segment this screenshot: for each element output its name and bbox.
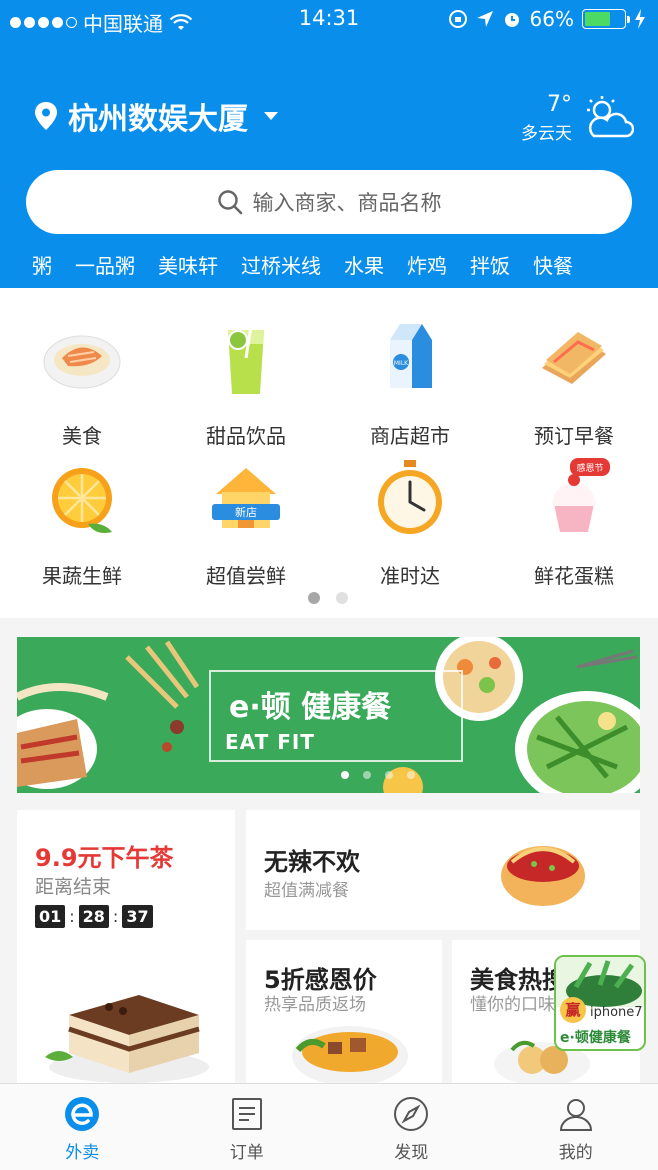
location-pin-icon bbox=[35, 102, 57, 130]
promo-subtitle: 懂你的口味 bbox=[470, 995, 555, 1015]
ad-line2: e·顿健康餐 bbox=[560, 1030, 631, 1046]
promo-subtitle: 距离结束 bbox=[35, 876, 112, 898]
search-bar[interactable]: 输入商家、商品名称 bbox=[26, 170, 632, 234]
category-supermarket[interactable]: MILK 商店超市 bbox=[328, 318, 492, 449]
hot-keyword[interactable]: 过桥米线 bbox=[241, 250, 321, 279]
banner-subtitle: EAT FIT bbox=[225, 730, 315, 754]
weather-desc: 多云天 bbox=[521, 124, 572, 144]
new-store-icon: 新店 bbox=[212, 468, 280, 528]
category-label: 美食 bbox=[62, 424, 102, 448]
category-label: 甜品饮品 bbox=[206, 424, 286, 448]
hot-keyword[interactable]: 水果 bbox=[344, 250, 384, 279]
pager-dot bbox=[336, 592, 348, 604]
food-plate-icon bbox=[43, 335, 121, 389]
tab-label: 外卖 bbox=[65, 1143, 100, 1163]
location-arrow-icon bbox=[476, 11, 493, 27]
cupcake-icon: 感恩节 bbox=[552, 458, 610, 532]
alarm-icon bbox=[504, 13, 519, 27]
category-new-stores[interactable]: 新店 超值尝鲜 bbox=[164, 458, 328, 589]
hot-keyword[interactable]: 快餐 bbox=[533, 250, 573, 279]
timer-seconds: 37 bbox=[122, 905, 153, 928]
category-label: 超值尝鲜 bbox=[206, 564, 286, 588]
promo-subtitle: 超值满减餐 bbox=[264, 881, 349, 901]
weather-temp: 7° bbox=[547, 92, 572, 117]
sandwich-icon bbox=[542, 332, 606, 384]
chevron-down-icon bbox=[264, 112, 278, 120]
cloudy-icon bbox=[587, 96, 634, 138]
compass-icon bbox=[394, 1097, 429, 1131]
category-pager bbox=[308, 592, 348, 604]
category-label: 商店超市 bbox=[370, 424, 450, 448]
banner-brand-box: e·顿 健康餐 EAT FIT bbox=[209, 670, 463, 762]
weather-widget[interactable]: 7° 多云天 bbox=[521, 92, 634, 144]
category-label: 准时达 bbox=[380, 564, 440, 588]
charging-icon bbox=[635, 9, 645, 29]
header: 中国联通 14:31 66% 杭州数娱大厦 7° 多云天 输入商家、商品名称 粥… bbox=[0, 0, 658, 288]
tab-label: 我的 bbox=[558, 1143, 593, 1163]
floating-ad[interactable]: 赢 iphone7 e·顿健康餐 bbox=[554, 955, 646, 1051]
timer-minutes: 28 bbox=[78, 905, 109, 928]
promo-subtitle: 热享品质返场 bbox=[264, 995, 366, 1015]
promo-banner[interactable]: e·顿 健康餐 EAT FIT bbox=[17, 637, 640, 793]
tab-takeaway[interactable]: 外卖 bbox=[0, 1084, 165, 1170]
promo-title: 9.9元下午茶 bbox=[35, 844, 174, 872]
milk-carton-icon: MILK bbox=[390, 324, 432, 388]
curry-bowl-image bbox=[292, 1026, 408, 1083]
category-drinks[interactable]: 甜品饮品 bbox=[164, 318, 328, 449]
category-label: 果蔬生鲜 bbox=[42, 564, 122, 588]
banner-title: e·顿 健康餐 bbox=[229, 690, 392, 725]
hot-keyword[interactable]: 粥 bbox=[32, 250, 52, 279]
hot-keyword[interactable]: 美味轩 bbox=[158, 250, 218, 279]
order-icon bbox=[231, 1098, 262, 1130]
status-bar: 中国联通 14:31 66% bbox=[0, 0, 658, 38]
category-label: 鲜花蛋糕 bbox=[534, 564, 614, 588]
promo-half-price[interactable]: 5折感恩价 热享品质返场 bbox=[246, 940, 442, 1083]
hot-keyword[interactable]: 一品粥 bbox=[75, 250, 135, 279]
countdown-timer: 01 : 28 : 37 bbox=[35, 905, 153, 928]
tab-label: 发现 bbox=[394, 1143, 429, 1163]
category-fresh-produce[interactable]: 果蔬生鲜 bbox=[0, 458, 164, 589]
hot-keyword[interactable]: 炸鸡 bbox=[407, 250, 447, 279]
tab-profile[interactable]: 我的 bbox=[494, 1084, 658, 1170]
ad-line1: iphone7 bbox=[590, 1005, 643, 1020]
location-name: 杭州数娱大厦 bbox=[68, 102, 248, 137]
rotation-lock-icon bbox=[448, 10, 467, 28]
timer-hours: 01 bbox=[35, 905, 66, 928]
svg-text:MILK: MILK bbox=[394, 360, 409, 367]
category-grid: 美食 甜品饮品 MILK 商店超市 预订早餐 果蔬生鲜 新店 超值尝鲜 准时达 … bbox=[0, 288, 658, 618]
drink-icon bbox=[228, 319, 264, 394]
category-on-time[interactable]: 准时达 bbox=[328, 458, 492, 589]
battery-icon bbox=[582, 9, 630, 29]
tab-discover[interactable]: 发现 bbox=[329, 1084, 494, 1170]
tab-orders[interactable]: 订单 bbox=[165, 1084, 330, 1170]
tiramisu-image bbox=[45, 995, 209, 1083]
tab-bar: 外卖 订单 发现 我的 bbox=[0, 1083, 658, 1170]
search-placeholder: 输入商家、商品名称 bbox=[252, 191, 442, 215]
hot-keyword[interactable]: 拌饭 bbox=[470, 250, 510, 279]
ad-win-badge: 赢 bbox=[560, 997, 586, 1023]
search-icon bbox=[217, 190, 242, 215]
pager-dot-active bbox=[308, 592, 320, 604]
profile-icon bbox=[559, 1099, 592, 1131]
takeaway-icon bbox=[65, 1097, 100, 1131]
hot-keywords: 粥一品粥 美味轩 过桥米线 水果 炸鸡 拌饭 快餐 bbox=[32, 250, 596, 279]
spicy-dish-image bbox=[501, 846, 585, 906]
promo-title: 无辣不欢 bbox=[264, 848, 360, 876]
category-label: 预订早餐 bbox=[534, 424, 614, 448]
thanksgiving-badge: 感恩节 bbox=[576, 462, 603, 474]
promo-spicy[interactable]: 无辣不欢 超值满减餐 bbox=[246, 810, 640, 930]
promo-afternoon-tea[interactable]: 9.9元下午茶 距离结束 01 : 28 : 37 bbox=[17, 810, 235, 1083]
orange-icon bbox=[52, 468, 112, 533]
location-selector[interactable]: 杭州数娱大厦 bbox=[34, 94, 278, 138]
new-store-badge: 新店 bbox=[235, 505, 257, 519]
tab-label: 订单 bbox=[229, 1143, 264, 1163]
battery-percent: 66% bbox=[529, 7, 574, 31]
category-food[interactable]: 美食 bbox=[0, 318, 164, 449]
category-flowers-cakes[interactable]: 感恩节 鲜花蛋糕 bbox=[492, 458, 656, 589]
clock-icon bbox=[378, 460, 442, 534]
category-breakfast[interactable]: 预订早餐 bbox=[492, 318, 656, 449]
